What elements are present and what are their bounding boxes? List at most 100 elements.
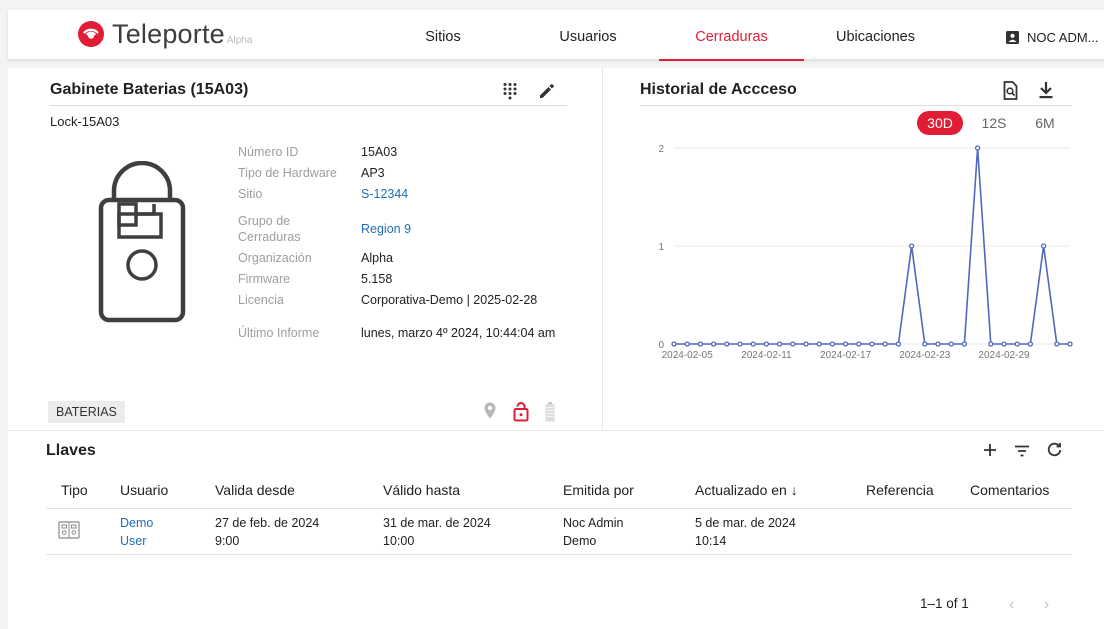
- data-point: [776, 341, 783, 347]
- access-history-title: Historial de Accceso: [640, 81, 797, 98]
- x-tick-label: 2024-02-23: [899, 350, 951, 361]
- issuer-last-name: Demo: [563, 534, 597, 548]
- prop-value: Alpha: [361, 251, 393, 265]
- updated-time: 10:14: [695, 534, 727, 548]
- account-box-icon: [1006, 31, 1019, 44]
- site-link[interactable]: S-12344: [361, 186, 408, 207]
- refresh-icon[interactable]: [1047, 442, 1062, 462]
- data-point: [737, 341, 743, 347]
- data-point: [935, 341, 941, 347]
- access-history-chart: 0122024-02-05 2024-02-11 2024-02-17 2024-02…: [658, 144, 1073, 361]
- tab-sitios[interactable]: Sitios: [413, 10, 473, 60]
- data-point: [1054, 341, 1060, 347]
- vertical-divider: [602, 68, 603, 431]
- location-pin-icon[interactable]: [484, 402, 496, 424]
- data-point: [763, 341, 770, 347]
- brand-edition: Alpha: [226, 35, 253, 46]
- column-header-tipo[interactable]: Tipo: [61, 482, 88, 498]
- top-navigation-bar: Teleporte Alpha Sitios Usuarios Cerradur…: [8, 10, 1104, 61]
- prop-value: lunes, marzo 4º 2024, 10:44:04 am: [361, 326, 556, 340]
- user-account-menu[interactable]: NOC ADM...: [1006, 10, 1099, 60]
- lock-title: Gabinete Baterias (15A03): [50, 81, 249, 98]
- filter-icon[interactable]: [1014, 444, 1030, 462]
- data-point: [829, 341, 836, 347]
- data-point: [816, 341, 822, 347]
- prop-label: Número ID: [238, 145, 299, 159]
- column-header-comentarios[interactable]: Comentarios: [970, 482, 1049, 498]
- lock-group-link[interactable]: Region 9: [361, 221, 411, 237]
- prop-label: Firmware: [238, 272, 291, 286]
- data-point: [750, 341, 756, 347]
- prop-row: Licencia Corporativa-Demo | 2025-02-28: [238, 292, 557, 313]
- column-header-actualizado-en[interactable]: Actualizado en ↓: [695, 482, 798, 498]
- previous-page-icon[interactable]: ‹: [1009, 596, 1014, 614]
- prop-row: Grupo de Cerraduras Region 9: [238, 207, 557, 250]
- updated-date: 5 de mar. de 2024: [695, 516, 796, 530]
- add-icon[interactable]: [983, 443, 997, 462]
- data-point: [1014, 341, 1020, 347]
- prop-value: Corporativa-Demo | 2025-02-28: [361, 293, 538, 307]
- data-point: [1040, 243, 1047, 249]
- data-point: [1067, 341, 1073, 347]
- prop-label: Organización: [238, 251, 312, 265]
- column-header-usuario[interactable]: Usuario: [120, 482, 168, 498]
- padlock-illustration-icon: [96, 160, 188, 328]
- valid-until-time: 10:00: [383, 534, 415, 548]
- brand-logo[interactable]: Teleporte Alpha: [78, 19, 252, 49]
- prop-value: 5.158: [361, 272, 393, 286]
- range-12s-button[interactable]: 12S: [974, 111, 1014, 135]
- tab-cerraduras[interactable]: Cerraduras: [659, 10, 804, 61]
- lock-identifier: Lock-15A03: [50, 114, 120, 129]
- next-page-icon[interactable]: ›: [1044, 596, 1049, 614]
- data-point: [974, 145, 981, 151]
- column-header-valido-hasta[interactable]: Válido hasta: [383, 482, 460, 498]
- tab-ubicaciones[interactable]: Ubicaciones: [828, 10, 923, 60]
- pagination-range: 1–1 of 1: [920, 596, 969, 611]
- user-last-name: User: [120, 534, 147, 548]
- prop-row: Tipo de Hardware AP3: [238, 165, 557, 186]
- column-header-emitida-por[interactable]: Emitida por: [563, 482, 634, 498]
- x-tick-label: 2024-02-17: [820, 350, 872, 361]
- range-6m-button[interactable]: 6M: [1028, 111, 1062, 135]
- keypad-icon[interactable]: [502, 82, 518, 105]
- unlocked-padlock-icon[interactable]: [513, 401, 529, 427]
- data-point: [882, 341, 888, 347]
- column-header-valida-desde[interactable]: Valida desde: [215, 482, 295, 498]
- data-point: [988, 341, 994, 347]
- y-tick-label: 2: [658, 144, 664, 155]
- data-point: [1001, 341, 1007, 347]
- user-name: NOC ADM...: [1027, 30, 1099, 45]
- data-point: [842, 341, 849, 347]
- user-link[interactable]: Demo User: [120, 514, 153, 550]
- data-point: [948, 341, 954, 347]
- prop-label: Grupo de Cerraduras: [238, 213, 301, 244]
- edit-pencil-icon[interactable]: [538, 82, 556, 105]
- valid-from-time: 9:00: [215, 534, 240, 548]
- brand-name: Teleporte: [112, 19, 225, 49]
- document-search-icon[interactable]: [1003, 81, 1018, 105]
- x-tick-label: 2024-02-05: [662, 350, 714, 361]
- prop-row: Firmware 5.158: [238, 271, 557, 292]
- keys-section-title: Llaves: [46, 442, 96, 459]
- lock-tag: BATERIAS: [48, 401, 125, 423]
- prop-value: AP3: [361, 166, 385, 180]
- lock-properties: Número ID 15A03 Tipo de Hardware AP3 Sit…: [238, 144, 557, 353]
- data-point: [790, 341, 796, 347]
- prop-label: Licencia: [238, 293, 284, 307]
- data-point: [671, 341, 677, 347]
- tab-usuarios[interactable]: Usuarios: [548, 10, 628, 60]
- data-point: [697, 341, 704, 347]
- y-tick-label: 1: [658, 242, 664, 253]
- range-30d-button[interactable]: 30D: [917, 111, 963, 135]
- valid-until-date: 31 de mar. de 2024: [383, 516, 491, 530]
- download-icon[interactable]: [1038, 81, 1054, 104]
- issuer-first-name: Noc Admin: [563, 516, 624, 530]
- data-point: [922, 341, 928, 347]
- data-point: [908, 243, 915, 249]
- prop-value: 15A03: [361, 145, 398, 159]
- prop-row: Número ID 15A03: [238, 144, 557, 165]
- key-card-icon: [58, 520, 80, 545]
- column-header-referencia[interactable]: Referencia: [866, 482, 934, 498]
- data-point: [961, 341, 968, 347]
- x-tick-label: 2024-02-29: [978, 350, 1030, 361]
